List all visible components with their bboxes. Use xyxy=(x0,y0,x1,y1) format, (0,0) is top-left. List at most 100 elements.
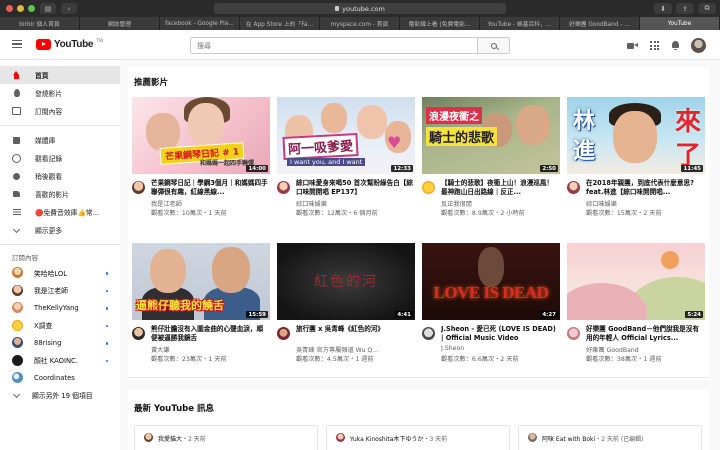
post-card[interactable]: 阿咪 Eat with Boki・2 天前 (已編輯) xyxy=(518,425,702,450)
browser-tab[interactable]: 好樂團 GoodBand - ... xyxy=(560,17,640,30)
channel-name[interactable]: 我是江老師 xyxy=(151,199,268,208)
browser-tab[interactable]: 電影線上看 (免費電影... xyxy=(400,17,480,30)
subscription-item[interactable]: 顏社 KAOINC. xyxy=(0,352,120,370)
channel-avatar xyxy=(12,354,23,366)
zoom-window-button[interactable] xyxy=(28,5,35,12)
back-icon[interactable]: ‹ xyxy=(61,3,77,14)
subscription-label: X調查 xyxy=(34,322,53,331)
video-thumbnail[interactable]: 浪漫夜衝之 騎士的悲歌 2:50 xyxy=(422,97,560,174)
channel-name[interactable]: J.Sheon xyxy=(441,345,558,352)
channel-avatar[interactable] xyxy=(567,327,580,340)
video-title[interactable]: 【騎士的悲歌】夜衝上山！浪漫巡風！最神跑山日出路線｜反正... xyxy=(441,179,558,197)
sidebar-toggle-icon[interactable]: ▤ xyxy=(40,3,56,14)
video-card[interactable]: 5:24 好樂團 GoodBand－他們說我是沒有用的年輕人 Official … xyxy=(567,243,705,368)
subscription-item[interactable]: 笑哈哈LOL xyxy=(0,264,120,282)
channel-avatar[interactable] xyxy=(132,327,145,340)
channel-avatar[interactable] xyxy=(567,181,580,194)
video-thumbnail[interactable]: LOVE IS DEAD 4:27 xyxy=(422,243,560,320)
sidebar-item-liked-videos[interactable]: 喜歡的影片 xyxy=(0,185,120,203)
share-icon[interactable]: ⇪ xyxy=(676,3,694,14)
close-window-button[interactable] xyxy=(6,5,13,12)
channel-avatar[interactable] xyxy=(422,181,435,194)
post-card[interactable]: 我愛貓大・2 天前 xyxy=(134,425,318,450)
video-thumbnail[interactable]: 紅色的河 4:41 xyxy=(277,243,415,320)
video-title[interactable]: 芒果鋼琴日記｜學鋼3個月｜和媽媽四手聯彈很有趣，紅線黑線... xyxy=(151,179,268,197)
sidebar-item-watch-later[interactable]: 稍後觀看 xyxy=(0,167,120,185)
channel-avatar[interactable] xyxy=(277,181,290,194)
sidebar-item-home[interactable]: 首頁 xyxy=(0,66,120,84)
search-input[interactable] xyxy=(190,37,478,54)
video-card[interactable]: 逼熊仔聽我的饒舌 15:59 熊仔壯膽沒有入圍金曲的心聲血淚，順便被逼勝我鏡舌 … xyxy=(132,243,270,368)
channel-name[interactable]: 吳青峰 官方專屬頻道 Wu Q... xyxy=(296,345,413,354)
subscription-item[interactable]: TheKellyYang xyxy=(0,299,120,317)
subscription-item[interactable]: Coordinates xyxy=(0,369,120,387)
browser-tab[interactable]: birbir 個人首頁 xyxy=(0,17,80,30)
apps-icon[interactable] xyxy=(650,41,659,50)
minimize-window-button[interactable] xyxy=(17,5,24,12)
video-card[interactable]: 紅色的河 4:41 旅行團 x 吳青峰《紅色的河》 吳青峰 官方專屬頻道 Wu … xyxy=(277,243,415,368)
account-avatar[interactable] xyxy=(691,38,706,53)
video-title[interactable]: 綜口味愛身來喝50 首次幫盼綠告白【綜口味開開唱 EP137】 xyxy=(296,179,413,197)
channel-avatar[interactable] xyxy=(336,433,345,442)
sidebar-item-playlist[interactable]: 🔴免費音效庫👍常... xyxy=(0,203,120,221)
video-card[interactable]: 阿一吸爹愛 ♥ I want you, and I want 12:33 綜口味… xyxy=(277,97,415,222)
address-bar[interactable]: youtube.com xyxy=(214,3,506,14)
sidebar-item-trending[interactable]: 發燒影片 xyxy=(0,84,120,102)
sidebar-item-show-more[interactable]: 顯示更多 xyxy=(0,221,120,239)
tabs-overview-icon[interactable]: ⧉ xyxy=(698,3,716,14)
video-title[interactable]: 在2018年親團，到底代表什麼意思?feat.林進【綜口味開開唱... xyxy=(586,179,703,197)
shelf-title: 最新 YouTube 訊息 xyxy=(134,404,214,414)
video-card[interactable]: 林 進 來 了 11:45 在2018年親團，到底代表什麼意思?feat.林進【… xyxy=(567,97,705,222)
video-thumbnail[interactable]: 逼熊仔聽我的饒舌 15:59 xyxy=(132,243,270,320)
notifications-icon[interactable] xyxy=(671,41,679,50)
post-author[interactable]: 我愛貓大 xyxy=(158,436,182,443)
download-icon[interactable]: ⬇ xyxy=(654,3,672,14)
subscription-item[interactable]: X調查 xyxy=(0,317,120,335)
subscription-item[interactable]: 88rising xyxy=(0,334,120,352)
sidebar-item-subscriptions[interactable]: 訂閱內容 xyxy=(0,102,120,120)
channel-avatar[interactable] xyxy=(144,433,153,442)
browser-tab-active[interactable]: YouTube xyxy=(640,17,720,30)
subscription-item[interactable]: 我是江老師 xyxy=(0,282,120,300)
video-card[interactable]: 芒果鋼琴日記 # 1 和媽媽一起四手聯彈 14:00 芒果鋼琴日記｜學鋼3個月｜… xyxy=(132,97,270,222)
video-thumbnail[interactable]: 5:24 xyxy=(567,243,705,320)
video-title[interactable]: 旅行團 x 吳青峰《紅色的河》 xyxy=(296,325,413,334)
channel-avatar[interactable] xyxy=(528,433,537,442)
post-author[interactable]: Yuka Kinoshita木下ゆうか xyxy=(350,436,423,443)
browser-tab[interactable]: myspace.com - 首頁 xyxy=(320,17,400,30)
sidebar-item-history[interactable]: 觀看記錄 xyxy=(0,149,120,167)
video-card[interactable]: LOVE IS DEAD 4:27 J.Sheon - 愛已死 (LOVE IS… xyxy=(422,243,560,368)
post-author[interactable]: 阿咪 Eat with Boki xyxy=(542,436,595,443)
new-content-dot xyxy=(105,324,108,327)
menu-icon[interactable] xyxy=(12,40,22,48)
video-title[interactable]: 熊仔壯膽沒有入圍金曲的心聲血淚，順便被逼勝我鏡舌 xyxy=(151,325,268,343)
channel-avatar[interactable] xyxy=(132,181,145,194)
channel-name[interactable]: 黃大謙 xyxy=(151,345,268,354)
channel-avatar[interactable] xyxy=(277,327,290,340)
video-thumbnail[interactable]: 阿一吸爹愛 ♥ I want you, and I want 12:33 xyxy=(277,97,415,174)
youtube-logo[interactable]: YouTube TW xyxy=(36,39,103,50)
post-card[interactable]: Yuka Kinoshita木下ゆうか・3 天前 xyxy=(326,425,510,450)
browser-tab[interactable]: 在 App Store 上的「Fa... xyxy=(240,17,320,30)
watch-later-icon xyxy=(12,172,21,181)
show-more-subscriptions[interactable]: 顯示另外 19 個項目 xyxy=(0,387,120,405)
browser-tab[interactable]: facebook - Google Pla... xyxy=(160,17,240,30)
channel-avatar xyxy=(12,319,23,331)
video-title[interactable]: J.Sheon - 愛已死 (LOVE IS DEAD) | Official … xyxy=(441,325,558,343)
sidebar-item-library[interactable]: 媒體庫 xyxy=(0,131,120,149)
browser-tab[interactable]: 網誌管理 xyxy=(80,17,160,30)
sidebar-item-label: 顯示更多 xyxy=(35,227,63,235)
channel-name[interactable]: 綜口味娛樂 xyxy=(586,199,703,208)
channel-name[interactable]: 好樂團 GoodBand xyxy=(586,345,703,354)
upload-video-icon[interactable] xyxy=(627,42,638,50)
liked-videos-icon xyxy=(12,190,21,199)
video-thumbnail[interactable]: 芒果鋼琴日記 # 1 和媽媽一起四手聯彈 14:00 xyxy=(132,97,270,174)
video-title[interactable]: 好樂團 GoodBand－他們說我是沒有用的年輕人 Official Lyric… xyxy=(586,325,703,343)
search-button[interactable] xyxy=(478,37,510,54)
channel-name[interactable]: 綜口味娛樂 xyxy=(296,199,413,208)
video-card[interactable]: 浪漫夜衝之 騎士的悲歌 2:50 【騎士的悲歌】夜衝上山！浪漫巡風！最神跑山日出… xyxy=(422,97,560,222)
browser-tab[interactable]: YouTube - 維基百科，... xyxy=(480,17,560,30)
channel-avatar[interactable] xyxy=(422,327,435,340)
channel-name[interactable]: 反正我很閒 xyxy=(441,199,558,208)
video-thumbnail[interactable]: 林 進 來 了 11:45 xyxy=(567,97,705,174)
